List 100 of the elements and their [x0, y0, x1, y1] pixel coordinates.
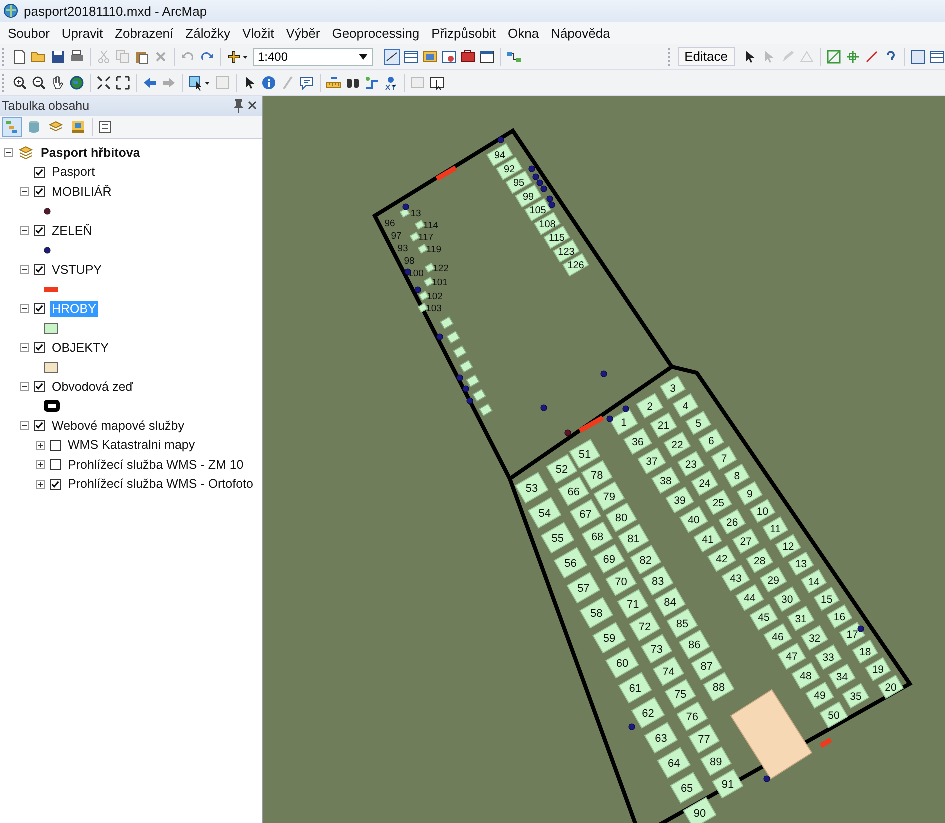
grave-number: 7: [721, 453, 728, 466]
grave-number: 67: [580, 508, 592, 521]
grave-number: 58: [590, 608, 603, 620]
grave-number: 32: [808, 632, 821, 645]
grave-number: 5: [696, 418, 702, 430]
menu-item[interactable]: Okna: [502, 24, 546, 42]
menu-item[interactable]: Soubor: [2, 24, 56, 42]
grave-number: 64: [668, 758, 680, 770]
grave-number: 72: [638, 621, 652, 634]
grave-number: 14: [808, 576, 820, 588]
menu-item[interactable]: Výběr: [280, 24, 326, 42]
layer-name[interactable]: MOBILIÁŘ: [50, 184, 114, 200]
grave-number: 17: [846, 629, 858, 642]
grave-number: 41: [702, 534, 714, 546]
layer-name[interactable]: Pasport hřbitova: [39, 144, 142, 161]
grave-number: 28: [754, 555, 766, 568]
grave-number: 81: [628, 534, 640, 546]
grave-number: 89: [710, 756, 722, 768]
grave-number: 83: [652, 576, 664, 588]
grave-number: 85: [676, 618, 689, 630]
grave-number: 18: [860, 646, 872, 659]
layer-name[interactable]: Prohlížecí služba WMS - ZM 10: [66, 456, 246, 473]
grave-number: 62: [642, 708, 654, 720]
layer-name[interactable]: VSTUPY: [50, 262, 104, 278]
grave-number: 6: [708, 436, 714, 448]
grave-number: 23: [685, 458, 698, 471]
grave-number: 94: [494, 150, 506, 162]
grave-number: 119: [426, 244, 442, 256]
grave-number: 75: [674, 688, 687, 701]
grave-number: 54: [538, 508, 552, 520]
grave-number: 47: [786, 651, 798, 664]
grave-number: 84: [664, 597, 676, 610]
grave-number: 24: [699, 478, 711, 490]
menu-item[interactable]: Zobrazení: [109, 24, 180, 42]
grave-number: 123: [558, 246, 575, 258]
grave-number: 22: [672, 439, 684, 452]
grave-number: 65: [680, 782, 694, 795]
grave-number: 73: [650, 644, 663, 656]
grave-number: 56: [564, 558, 577, 570]
grave-number: 93: [398, 243, 408, 254]
grave-number: 40: [688, 514, 700, 526]
grave-number: 51: [578, 448, 592, 461]
grave-number: 114: [423, 220, 439, 232]
grave-number: 80: [615, 512, 628, 524]
grave-number: 90: [694, 808, 706, 820]
grave-number: 92: [504, 164, 516, 176]
grave-number: 26: [726, 516, 738, 529]
grave-number: 52: [556, 464, 568, 476]
menu-item[interactable]: Geoprocessing: [326, 24, 426, 42]
grave-number: 55: [552, 532, 564, 545]
grave-number: 34: [836, 671, 848, 684]
grave-number: 70: [615, 576, 628, 588]
grave-number: 103: [426, 303, 442, 314]
grave-number: 15: [821, 594, 833, 606]
grave-number: 96: [384, 218, 396, 230]
grave-number: 33: [822, 652, 834, 664]
grave-number: 21: [658, 420, 670, 432]
grave-number: 50: [828, 710, 840, 722]
grave-number: 117: [418, 232, 434, 244]
grave-number: 49: [814, 690, 826, 702]
grave-number: 16: [834, 611, 846, 624]
grave-number: 27: [740, 536, 752, 548]
grave-number: 102: [427, 291, 443, 302]
menu-item[interactable]: Vložit: [236, 24, 280, 42]
menu-item[interactable]: Upravit: [56, 24, 110, 42]
grave-number: 42: [716, 554, 728, 566]
layer-name[interactable]: Webové mapové služby: [50, 418, 186, 434]
grave-number: 9: [747, 488, 753, 500]
grave-number: 39: [674, 494, 686, 507]
grave-number: 37: [646, 456, 658, 468]
layer-name[interactable]: OBJEKTY: [50, 340, 111, 356]
grave-number: 87: [700, 660, 713, 673]
menu-item[interactable]: Přizpůsobit: [426, 24, 502, 42]
layer-name[interactable]: ZELEŇ: [50, 222, 94, 239]
layer-name[interactable]: Obvodová zeď: [50, 378, 136, 395]
grave-number: 91: [722, 778, 734, 791]
scale-dropdown[interactable]: 1:400: [253, 48, 373, 66]
grave-number: 77: [698, 734, 710, 746]
grave-number: 63: [655, 732, 668, 745]
grave-number: 59: [603, 632, 616, 645]
layer-name[interactable]: Pasport: [50, 164, 98, 180]
grave-number: 115: [549, 233, 565, 244]
grave-number: 20: [885, 682, 897, 694]
layer-name[interactable]: WMS Katastralni mapy: [66, 437, 198, 454]
grave-number: 1: [621, 416, 627, 429]
editor-menu-button[interactable]: Editace: [678, 47, 735, 66]
layer-name[interactable]: Prohlížecí služba WMS - Ortofoto: [66, 476, 256, 492]
menu-item[interactable]: Záložky: [180, 24, 236, 42]
grave-number: 11: [770, 523, 782, 536]
grave-number: 86: [688, 640, 701, 652]
grave-number: 71: [627, 598, 640, 611]
menu-item[interactable]: Nápověda: [545, 24, 616, 42]
grave-number: 8: [734, 470, 740, 483]
grave-number: 2: [647, 400, 653, 413]
grave-number: 35: [850, 690, 862, 703]
grave-number: 79: [603, 491, 616, 504]
grave-number: 45: [758, 612, 770, 624]
grave-number: 30: [782, 594, 794, 606]
grave-number: 99: [522, 192, 534, 203]
grave-number: 78: [591, 470, 604, 482]
